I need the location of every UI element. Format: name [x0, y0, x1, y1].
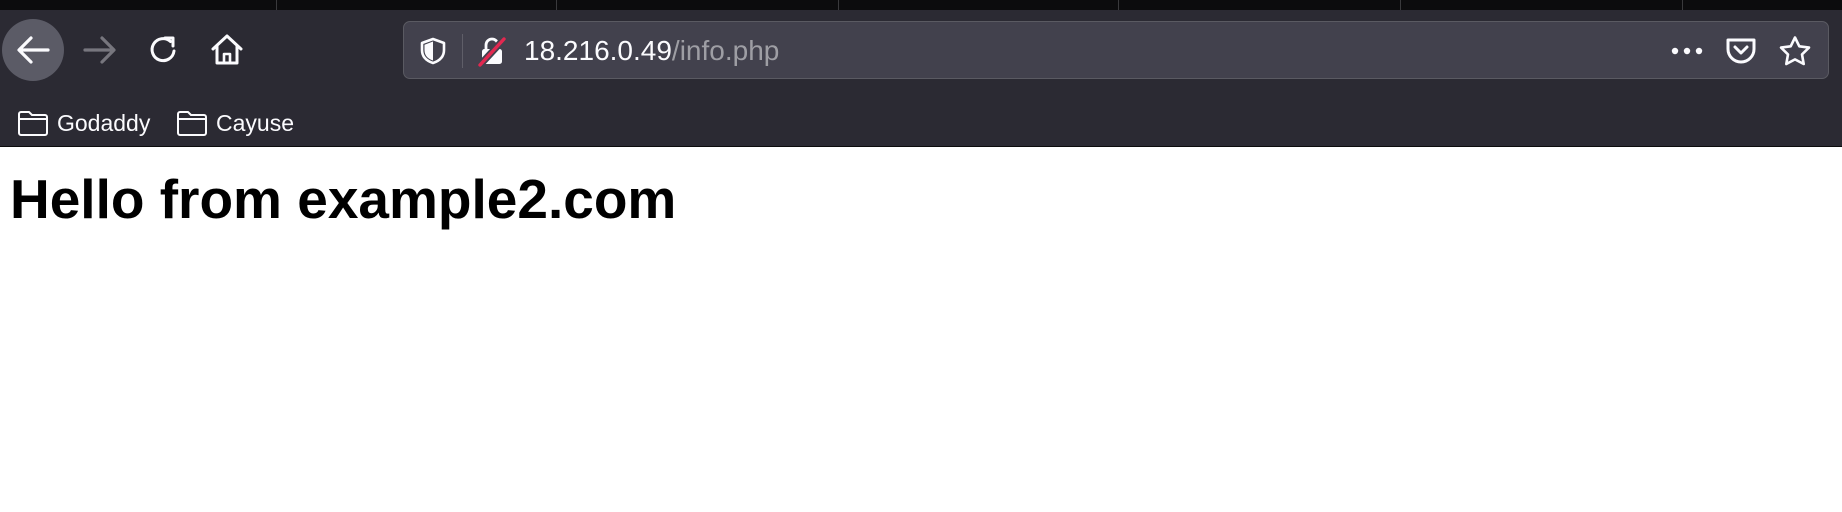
- page-heading: Hello from example2.com: [10, 168, 677, 230]
- bookmark-label: Cayuse: [216, 109, 294, 136]
- bookmarks-toolbar: Godaddy Cayuse: [0, 101, 1842, 147]
- address-bar-divider: [462, 34, 463, 68]
- url-host: 18.216.0.49: [524, 35, 672, 66]
- tab-separator: [1400, 0, 1401, 10]
- address-bar[interactable]: 18.216.0.49/info.php: [403, 21, 1829, 79]
- url-text[interactable]: 18.216.0.49/info.php: [524, 22, 779, 80]
- url-path: /info.php: [671, 35, 780, 66]
- bookmark-label: Godaddy: [57, 109, 151, 136]
- arrow-left-icon: [17, 36, 50, 64]
- tab-separator: [1118, 0, 1119, 10]
- folder-icon: [17, 109, 49, 137]
- home-icon: [211, 34, 243, 65]
- back-button[interactable]: [2, 19, 64, 81]
- insecure-lock-icon[interactable]: [476, 35, 508, 72]
- more-horizontal-icon[interactable]: [1670, 38, 1704, 69]
- folder-icon: [176, 109, 208, 137]
- bookmark-folder-godaddy[interactable]: Godaddy: [17, 104, 150, 142]
- forward-button[interactable]: [69, 19, 131, 81]
- tab-strip: [0, 0, 1842, 10]
- page-content: Hello from example2.com: [0, 147, 1842, 512]
- home-button[interactable]: [196, 19, 258, 81]
- tab-separator: [556, 0, 557, 10]
- navigation-toolbar: 18.216.0.49/info.php: [0, 10, 1842, 101]
- pocket-icon[interactable]: [1725, 36, 1757, 71]
- shield-icon[interactable]: [420, 37, 446, 70]
- tab-separator: [276, 0, 277, 10]
- bookmark-folder-cayuse[interactable]: Cayuse: [176, 104, 294, 142]
- arrow-right-icon: [83, 36, 116, 64]
- star-icon[interactable]: [1778, 35, 1812, 72]
- tab-separator: [838, 0, 839, 10]
- reload-icon: [150, 36, 176, 63]
- tab-separator: [1682, 0, 1683, 10]
- reload-button[interactable]: [133, 19, 195, 81]
